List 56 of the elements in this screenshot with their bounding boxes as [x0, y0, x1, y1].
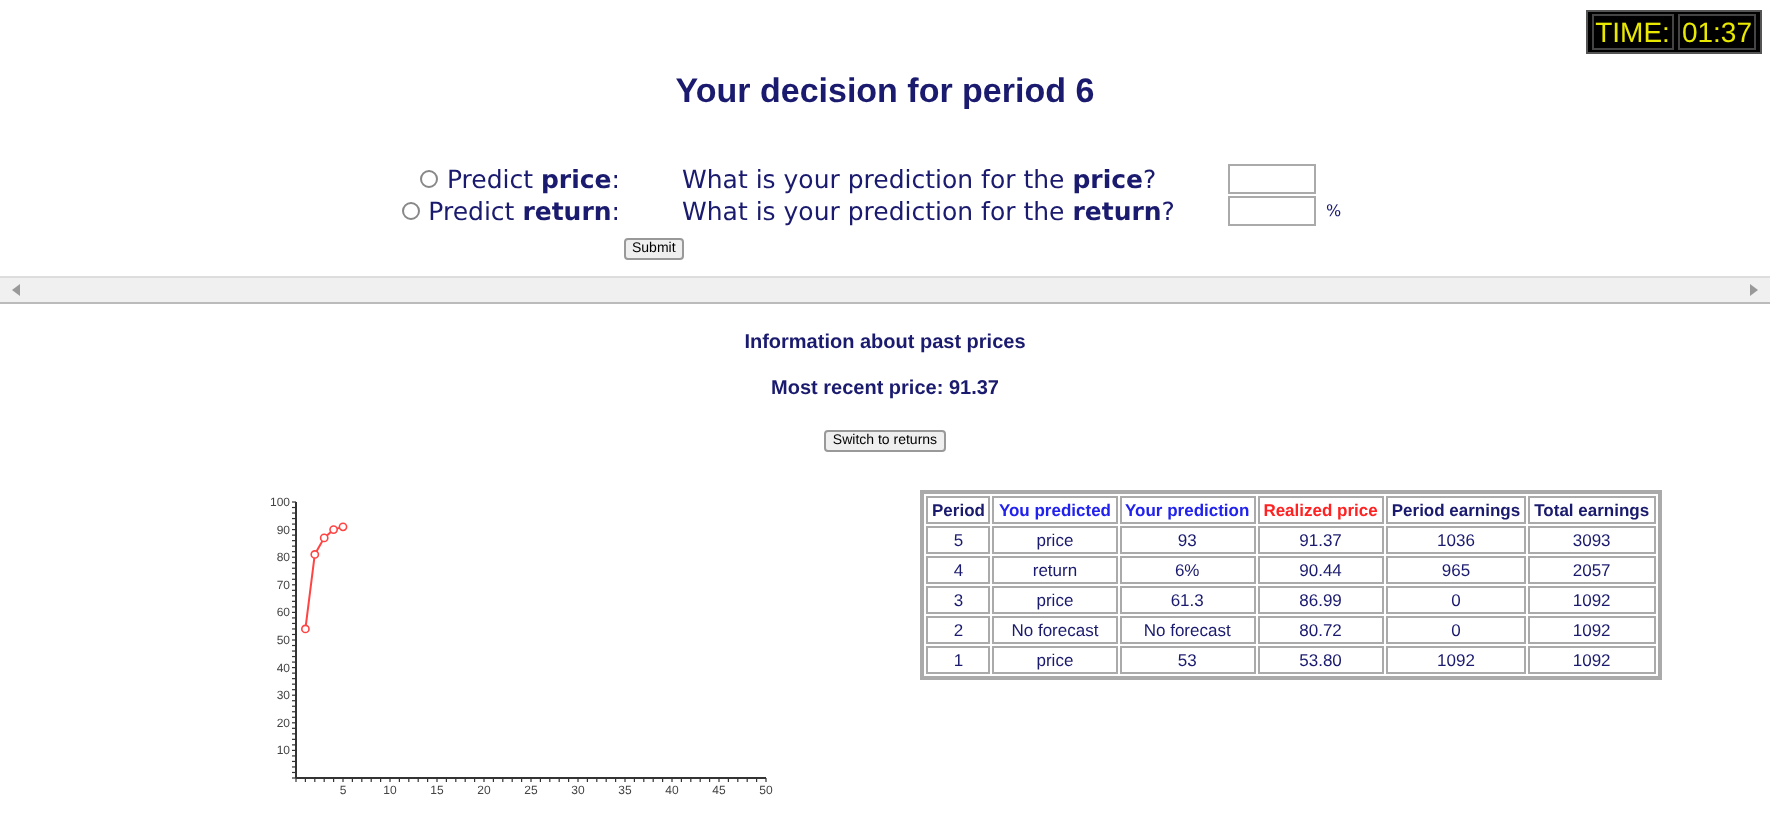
table-cell: 80.72: [1257, 616, 1384, 644]
table-cell: 53.80: [1257, 646, 1384, 674]
table-cell: No forecast: [992, 616, 1117, 644]
input-field[interactable]: [1228, 196, 1316, 226]
option-label: Predict return:: [428, 196, 620, 226]
column-header: Total earnings: [1528, 496, 1656, 524]
input-field[interactable]: [1228, 164, 1316, 194]
table-cell: return: [992, 556, 1117, 584]
column-header: Period: [926, 496, 991, 524]
price-line: [304, 525, 344, 630]
option-label: Predict price:: [446, 164, 620, 194]
timer-value: 01:37: [1677, 14, 1756, 50]
table-cell: 6%: [1119, 556, 1256, 584]
table-cell: 1092: [1528, 616, 1656, 644]
table-cell: 2057: [1528, 556, 1656, 584]
table-cell: 0: [1385, 586, 1527, 614]
table-cell: No forecast: [1119, 616, 1256, 644]
table-cell: 0: [1385, 616, 1527, 644]
radio-button[interactable]: [402, 202, 421, 220]
horizontal-scrollbar[interactable]: [0, 276, 1770, 304]
table-cell: price: [992, 646, 1117, 674]
unit-label: %: [1324, 202, 1344, 220]
table-cell: 61.3: [1119, 586, 1256, 614]
timer-label: TIME:: [1591, 14, 1674, 50]
table-cell: 1092: [1385, 646, 1527, 674]
scroll-left-icon[interactable]: [12, 284, 20, 296]
table-cell: 2: [926, 616, 991, 644]
table-cell: price: [992, 526, 1117, 554]
page-title: Your decision for period 6: [673, 72, 1097, 112]
table-cell: 1: [926, 646, 991, 674]
table-cell: 1092: [1528, 646, 1656, 674]
table-cell: 90.44: [1257, 556, 1384, 584]
table-cell: 93: [1119, 526, 1256, 554]
data-point: [301, 624, 310, 634]
column-header: Period earnings: [1385, 496, 1527, 524]
table-cell: 3093: [1528, 526, 1656, 554]
section-heading: Information about past prices: [744, 332, 1026, 354]
data-point: [310, 550, 320, 559]
table-cell: 86.99: [1257, 586, 1384, 614]
table-cell: 53: [1119, 646, 1256, 674]
question-text: What is your prediction for the price?: [682, 164, 1157, 194]
table-cell: 1036: [1385, 526, 1527, 554]
column-header: Realized price: [1257, 496, 1384, 524]
table-cell: 1092: [1528, 586, 1656, 614]
column-header: Your prediction: [1119, 496, 1256, 524]
column-header: You predicted: [992, 496, 1117, 524]
table-cell: 4: [926, 556, 991, 584]
table-cell: 5: [926, 526, 991, 554]
table-cell: 91.37: [1257, 526, 1384, 554]
table-cell: price: [992, 586, 1117, 614]
scroll-right-icon[interactable]: [1750, 284, 1758, 296]
table-cell: 965: [1385, 556, 1527, 584]
question-text: What is your prediction for the return?: [682, 196, 1175, 226]
radio-button[interactable]: [420, 170, 439, 188]
table-cell: 3: [926, 586, 991, 614]
recent-price: Most recent price: 91.37: [771, 378, 999, 400]
